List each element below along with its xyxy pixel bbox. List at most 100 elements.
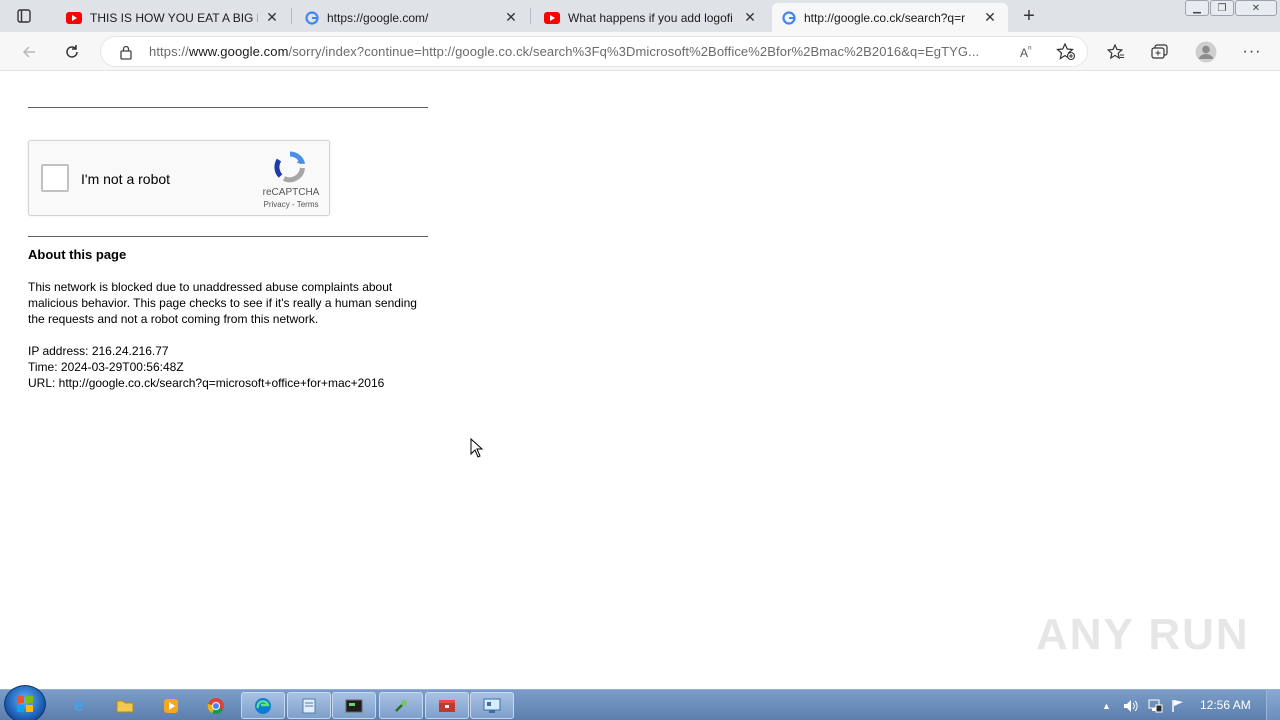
timestamp: Time: 2024-03-29T00:56:48Z xyxy=(28,360,184,374)
taskbar-chrome[interactable] xyxy=(194,692,238,719)
archive-icon xyxy=(439,699,455,712)
about-title: About this page xyxy=(28,247,127,262)
close-icon: ✕ xyxy=(1251,2,1261,14)
minimize-icon: ▁ xyxy=(1193,2,1201,14)
tab-strip: THIS IS HOW YOU EAT A BIG M ✕ https://go… xyxy=(0,0,1280,32)
internet-explorer-icon: e xyxy=(73,695,84,715)
restore-icon: ❐ xyxy=(1217,2,1227,14)
action-center-flag-icon[interactable] xyxy=(1171,699,1185,713)
tab-actions-icon xyxy=(17,9,31,23)
refresh-icon xyxy=(66,45,78,58)
url-host: www.google.com xyxy=(188,44,289,59)
favorites-icon xyxy=(1107,44,1124,60)
toolbar: https://www.google.com/sorry/index?conti… xyxy=(0,32,1280,71)
taskbar-network[interactable] xyxy=(470,692,514,719)
page-content: I'm not a robot reCAPTCHA Privacy - Term… xyxy=(0,72,1280,689)
mouse-cursor-icon xyxy=(470,438,484,458)
taskbar-terminal[interactable] xyxy=(332,692,376,719)
recaptcha-brand: reCAPTCHA xyxy=(262,187,320,198)
close-icon[interactable]: ✕ xyxy=(503,9,519,26)
tab-title: What happens if you add logofi xyxy=(568,10,733,25)
refresh-button[interactable] xyxy=(57,37,87,67)
recaptcha-checkbox[interactable] xyxy=(41,164,69,192)
notepad-icon xyxy=(302,698,316,713)
folder-icon xyxy=(116,700,134,712)
ip-address: IP address: 216.24.216.77 xyxy=(28,344,169,358)
collections-button[interactable] xyxy=(1145,38,1175,66)
profile-button[interactable] xyxy=(1191,38,1221,66)
divider xyxy=(28,236,428,237)
edge-icon xyxy=(255,697,271,714)
avatar-icon xyxy=(1195,41,1217,63)
show-desktop-button[interactable] xyxy=(1266,690,1280,720)
taskbar-explorer[interactable] xyxy=(103,692,147,719)
tab-separator xyxy=(530,8,531,24)
taskbar-tool[interactable] xyxy=(379,692,423,719)
tab-google[interactable]: https://google.com/ ✕ xyxy=(295,3,529,32)
watermark-text: ANY RUN xyxy=(1036,610,1250,659)
windows-logo-icon xyxy=(17,696,33,712)
address-bar[interactable]: https://www.google.com/sorry/index?conti… xyxy=(100,36,1088,67)
recaptcha-logo-icon xyxy=(274,151,305,183)
google-icon xyxy=(782,10,796,25)
recaptcha-label: I'm not a robot xyxy=(81,171,171,187)
settings-menu-button[interactable]: ··· xyxy=(1237,38,1267,66)
google-icon xyxy=(305,10,319,25)
chrome-icon xyxy=(207,697,224,714)
close-icon[interactable]: ✕ xyxy=(264,9,280,26)
tab-title: https://google.com/ xyxy=(327,10,429,25)
tab-actions-button[interactable] xyxy=(8,5,40,27)
youtube-icon xyxy=(66,11,82,24)
restore-button[interactable]: ❐ xyxy=(1210,0,1234,16)
close-icon[interactable]: ✕ xyxy=(982,9,998,26)
back-arrow-icon xyxy=(22,46,35,58)
tab-title: THIS IS HOW YOU EAT A BIG M xyxy=(90,10,258,25)
divider xyxy=(28,107,428,108)
recaptcha-widget: I'm not a robot reCAPTCHA Privacy - Term… xyxy=(28,140,330,216)
read-aloud-icon[interactable]: Aⁿ xyxy=(1020,44,1032,60)
links-separator: - xyxy=(289,200,297,209)
taskbar-notepad[interactable] xyxy=(287,692,331,719)
url-text[interactable]: https://www.google.com/sorry/index?conti… xyxy=(149,44,1019,59)
browser-window: THIS IS HOW YOU EAT A BIG M ✕ https://go… xyxy=(0,0,1280,720)
request-info: IP address: 216.24.216.77 Time: 2024-03-… xyxy=(28,343,384,391)
lock-icon[interactable] xyxy=(119,45,133,60)
close-window-button[interactable]: ✕ xyxy=(1235,0,1277,16)
url-path: /sorry/index?continue=http://google.co.c… xyxy=(288,44,980,59)
privacy-link[interactable]: Privacy xyxy=(264,200,290,209)
close-icon[interactable]: ✕ xyxy=(742,9,758,26)
youtube-icon xyxy=(544,11,560,24)
window-controls: ▁ ❐ ✕ xyxy=(1184,0,1277,18)
favorites-button[interactable] xyxy=(1101,38,1131,66)
taskbar-archive[interactable] xyxy=(425,692,469,719)
tool-icon xyxy=(395,699,407,712)
show-hidden-icons-icon[interactable]: ▲ xyxy=(1102,701,1111,711)
network-icon[interactable] xyxy=(1147,699,1163,713)
network-monitor-icon xyxy=(483,698,501,713)
minimize-button[interactable]: ▁ xyxy=(1185,0,1209,16)
start-button[interactable] xyxy=(4,685,46,720)
url-prefix: https:// xyxy=(149,44,189,59)
add-favorite-icon[interactable] xyxy=(1056,43,1076,61)
media-player-icon xyxy=(164,698,178,713)
volume-icon[interactable] xyxy=(1123,699,1139,713)
taskbar-media[interactable] xyxy=(149,692,193,719)
plus-icon: + xyxy=(1023,4,1035,27)
collections-icon xyxy=(1151,44,1168,59)
back-button[interactable] xyxy=(14,37,44,67)
tab-youtube-2[interactable]: What happens if you add logofi ✕ xyxy=(534,3,768,32)
about-body: This network is blocked due to unaddress… xyxy=(28,280,417,326)
tab-active-google-search[interactable]: http://google.co.ck/search?q=r ✕ xyxy=(772,3,1008,32)
recaptcha-links: Privacy - Terms xyxy=(255,200,327,209)
clock[interactable]: 12:56 AM xyxy=(1200,698,1251,712)
tab-title: http://google.co.ck/search?q=r xyxy=(804,10,966,25)
taskbar-edge[interactable] xyxy=(241,692,285,719)
request-url: URL: http://google.co.ck/search?q=micros… xyxy=(28,376,385,390)
tab-youtube-1[interactable]: THIS IS HOW YOU EAT A BIG M ✕ xyxy=(56,3,290,32)
terminal-icon xyxy=(345,699,363,712)
tab-separator xyxy=(291,8,292,24)
new-tab-button[interactable]: + xyxy=(1016,4,1042,28)
terms-link[interactable]: Terms xyxy=(297,200,319,209)
taskbar-ie[interactable]: e xyxy=(57,692,101,719)
more-icon: ··· xyxy=(1242,43,1262,60)
